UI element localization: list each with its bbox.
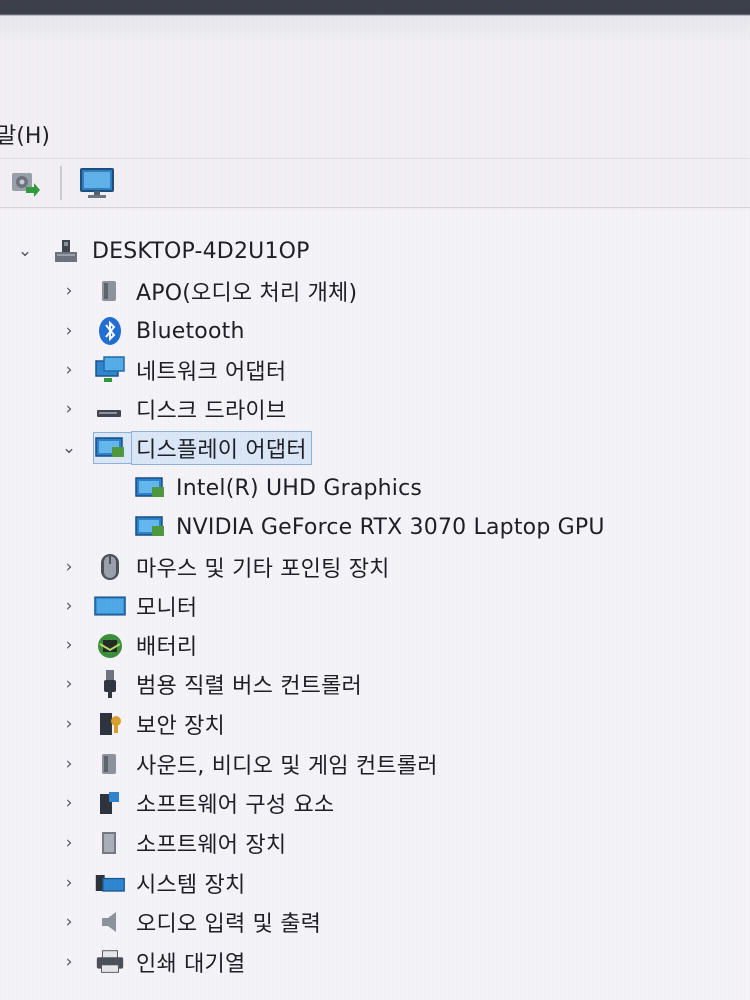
tree-child-intel-gpu[interactable]: Intel(R) UHD Graphics [134, 469, 422, 507]
update-driver-icon [12, 173, 40, 197]
tree-item-system[interactable]: › 시스템 장치 [58, 864, 246, 902]
tree-child-label: Intel(R) UHD Graphics [176, 475, 423, 501]
chevron-right-icon[interactable]: › [58, 556, 80, 578]
chevron-right-icon[interactable]: › [58, 673, 80, 695]
monitor-scan-icon [80, 168, 114, 198]
tree-item-monitor[interactable]: › 모니터 [58, 587, 198, 625]
chevron-right-icon[interactable]: › [58, 359, 80, 381]
tree-item-bluetooth[interactable]: › Bluetooth [58, 312, 245, 350]
bluetooth-icon [94, 316, 126, 346]
tree-item-label: 디스크 드라이브 [136, 399, 287, 424]
tree-item-software-component[interactable]: › 소프트웨어 구성 요소 [58, 784, 334, 822]
tree-item-print-queue[interactable]: › 인쇄 대기열 [58, 943, 245, 981]
chevron-right-icon[interactable]: › [58, 398, 80, 420]
chevron-right-icon[interactable]: › [58, 595, 80, 617]
toolbar [0, 158, 750, 208]
printer-icon [94, 947, 126, 977]
chevron-right-icon[interactable]: › [58, 872, 80, 894]
chevron-right-icon[interactable]: › [58, 951, 80, 973]
monitor-icon [94, 591, 126, 621]
chevron-right-icon[interactable]: › [58, 753, 80, 775]
computer-icon [50, 236, 82, 266]
usb-icon [94, 669, 126, 699]
tree-item-sound[interactable]: › 사운드, 비디오 및 게임 컨트롤러 [58, 745, 438, 783]
window-top-edge [0, 0, 750, 40]
tree-item-label: 오디오 입력 및 출력 [136, 912, 322, 937]
tree-item-label: 네트워크 어댑터 [136, 360, 287, 385]
tree-item-label: Bluetooth [136, 318, 245, 344]
tree-root-computer[interactable]: ⌄ DESKTOP-4D2U1OP [14, 232, 310, 270]
tree-item-apo[interactable]: › APO(오디오 처리 개체) [58, 272, 357, 310]
software-component-icon [94, 788, 126, 818]
tree-item-audio-io[interactable]: › 오디오 입력 및 출력 [58, 903, 321, 941]
mouse-icon [94, 552, 126, 582]
tree-item-battery[interactable]: › 배터리 [58, 626, 197, 664]
tree-item-label: 배터리 [136, 635, 198, 660]
tree-item-label: 소프트웨어 장치 [136, 833, 287, 858]
software-device-icon [94, 828, 126, 858]
tree-item-network[interactable]: › 네트워크 어댑터 [58, 351, 286, 389]
chevron-right-icon[interactable]: › [58, 792, 80, 814]
tree-item-display[interactable]: ⌄ 디스플레이 어댑터 [58, 429, 312, 467]
security-device-icon [94, 709, 126, 739]
tree-item-label: 소프트웨어 구성 요소 [136, 793, 335, 818]
tree-item-label: 사운드, 비디오 및 게임 컨트롤러 [136, 754, 438, 779]
device-tree: ⌄ DESKTOP-4D2U1OP › APO(오디오 처리 개체) › Blu… [0, 210, 750, 1000]
tree-item-label: 모니터 [136, 596, 198, 621]
tree-item-label: 디스플레이 어댑터 [131, 431, 312, 465]
network-adapter-icon [94, 355, 126, 385]
tree-item-label: 마우스 및 기타 포인팅 장치 [136, 557, 390, 582]
system-device-icon [94, 868, 126, 898]
speaker-icon [94, 907, 126, 937]
display-adapter-icon [93, 432, 137, 464]
speaker-icon [94, 749, 126, 779]
tree-item-security[interactable]: › 보안 장치 [58, 705, 225, 743]
chevron-right-icon[interactable]: › [58, 911, 80, 933]
tree-item-label: 보안 장치 [136, 714, 225, 739]
tree-item-label: 범용 직렬 버스 컨트롤러 [136, 674, 362, 699]
tree-child-label: NVIDIA GeForce RTX 3070 Laptop GPU [176, 514, 605, 540]
chevron-right-icon[interactable]: › [58, 634, 80, 656]
tree-item-label: APO(오디오 처리 개체) [136, 281, 358, 306]
scan-hardware-button[interactable] [76, 163, 120, 203]
tree-root-label: DESKTOP-4D2U1OP [92, 238, 310, 264]
update-driver-button[interactable] [2, 163, 46, 203]
tree-child-nvidia-gpu[interactable]: NVIDIA GeForce RTX 3070 Laptop GPU [134, 508, 605, 546]
toolbar-separator [60, 166, 62, 200]
menu-help[interactable]: 말(H) [0, 118, 50, 150]
tree-item-usb[interactable]: › 범용 직렬 버스 컨트롤러 [58, 665, 362, 703]
battery-icon [94, 630, 126, 660]
display-adapter-icon [134, 512, 166, 542]
chevron-right-icon[interactable]: › [58, 713, 80, 735]
tree-item-mouse[interactable]: › 마우스 및 기타 포인팅 장치 [58, 548, 390, 586]
tree-item-label: 시스템 장치 [136, 873, 246, 898]
tree-item-disk[interactable]: › 디스크 드라이브 [58, 390, 286, 428]
chevron-right-icon[interactable]: › [58, 280, 80, 302]
chevron-down-icon[interactable]: ⌄ [14, 240, 36, 262]
menu-bar: 말(H) [0, 112, 750, 156]
chevron-right-icon[interactable]: › [58, 832, 80, 854]
disk-drive-icon [94, 394, 126, 424]
display-adapter-icon [134, 473, 166, 503]
chevron-right-icon[interactable]: › [58, 320, 80, 342]
tree-item-software-device[interactable]: › 소프트웨어 장치 [58, 824, 286, 862]
speaker-icon [94, 276, 126, 306]
tree-item-label: 인쇄 대기열 [136, 952, 246, 977]
chevron-down-icon[interactable]: ⌄ [58, 437, 80, 459]
